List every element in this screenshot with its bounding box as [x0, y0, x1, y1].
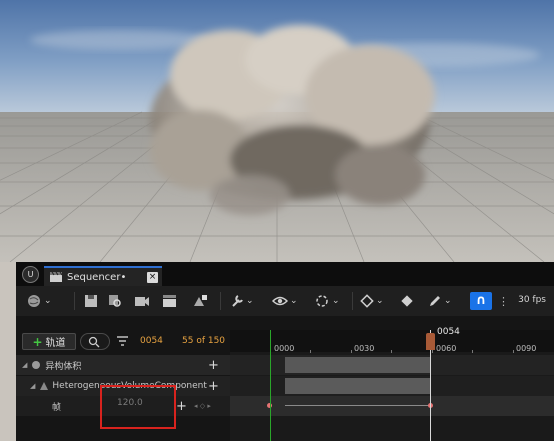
- actor-icon: [32, 361, 41, 369]
- ruler-tick: [513, 350, 514, 353]
- ruler-tick: [310, 350, 311, 353]
- find-asset-icon[interactable]: [108, 293, 122, 309]
- world-icon[interactable]: ⌄: [26, 293, 52, 309]
- expand-arrow-icon[interactable]: ◢: [22, 361, 27, 369]
- save-icon[interactable]: [84, 293, 98, 309]
- add-subtrack-button[interactable]: +: [208, 379, 219, 394]
- playback-options-icon[interactable]: ⌄: [314, 293, 340, 309]
- level-viewport[interactable]: [0, 0, 554, 262]
- playhead-frame-label: 0054: [437, 327, 460, 337]
- volumetric-cloud: [150, 25, 435, 215]
- frame-rate-selector[interactable]: 30 fps: [518, 295, 546, 305]
- sequencer-toolbar: ⌄ ⌄ ⌄ ⌄ ⌄ ⌄ ∩ ⋮ 30 fps: [16, 286, 554, 316]
- section-bar-volume[interactable]: [285, 357, 430, 373]
- key-navigation-icon[interactable]: ◂ ◇ ▸: [194, 402, 211, 410]
- actor-to-sequencer-icon[interactable]: [192, 293, 208, 309]
- snap-magnet-icon[interactable]: ∩: [470, 292, 492, 310]
- track-label: 帧: [52, 402, 62, 413]
- tick-label: 0090: [516, 344, 537, 353]
- add-track-button[interactable]: + 轨道: [22, 333, 76, 350]
- search-input[interactable]: [80, 333, 110, 350]
- search-icon: [88, 336, 100, 348]
- chevron-down-icon: ⌄: [332, 296, 340, 306]
- key-interp-icon[interactable]: ⌄: [360, 293, 384, 309]
- tick-label: 0000: [274, 344, 295, 353]
- add-key-button[interactable]: +: [176, 399, 187, 414]
- toolbar-separator: [220, 292, 221, 310]
- wrench-icon[interactable]: ⌄: [230, 293, 254, 309]
- chevron-down-icon: ⌄: [376, 296, 384, 306]
- expand-arrow-icon[interactable]: ◢: [30, 382, 35, 390]
- key-curve-line: [285, 405, 430, 406]
- ruler-tick: [432, 350, 433, 353]
- ruler-tick: [472, 350, 473, 353]
- component-icon: [40, 382, 49, 390]
- tick-label: 0030: [354, 344, 375, 353]
- tick-label: 0060: [436, 344, 457, 353]
- timeline-row: [230, 396, 554, 416]
- highlight-box: [100, 385, 176, 429]
- ruler-tick: [391, 350, 392, 353]
- eye-icon[interactable]: ⌄: [272, 293, 298, 309]
- section-bar-component[interactable]: [285, 378, 430, 394]
- chevron-down-icon: ⌄: [290, 296, 298, 306]
- add-track-plus: +: [32, 334, 43, 349]
- track-row-volume[interactable]: ◢ 异构体积 +: [16, 355, 230, 375]
- current-frame-field[interactable]: 0054: [140, 336, 163, 346]
- filter-icon[interactable]: [116, 335, 129, 350]
- playhead[interactable]: 0054: [426, 327, 460, 441]
- playback-start-marker: [270, 330, 271, 441]
- close-icon[interactable]: ×: [147, 272, 158, 283]
- chevron-down-icon: ⌄: [246, 296, 254, 306]
- toolbar-separator: [74, 292, 75, 310]
- frame-count: 55 of 150: [182, 336, 226, 346]
- more-options-icon[interactable]: ⋮: [498, 293, 509, 309]
- playhead-handle[interactable]: [426, 333, 435, 350]
- render-movie-icon[interactable]: [134, 293, 150, 309]
- clapper-icon[interactable]: [162, 293, 178, 309]
- timeline-area[interactable]: 0000 0030 0060 0090 0054: [230, 327, 554, 441]
- edit-pencil-icon[interactable]: ⌄: [428, 293, 452, 309]
- auto-key-icon[interactable]: [400, 293, 414, 309]
- viewport-scene: [0, 0, 554, 262]
- chevron-down-icon: ⌄: [44, 296, 52, 306]
- ruler-tick: [351, 350, 352, 353]
- chevron-down-icon: ⌄: [444, 296, 452, 306]
- tab-sequencer[interactable]: Sequencer• ×: [44, 266, 162, 286]
- clapperboard-icon: [50, 272, 62, 282]
- add-track-label: 轨道: [45, 338, 66, 349]
- tab-label: Sequencer•: [67, 271, 127, 283]
- tab-bar: U Sequencer• ×: [16, 262, 554, 286]
- sequencer-panel: U Sequencer• × ⌄ ⌄ ⌄ ⌄ ⌄ ⌄ ∩ ⋮ 30 fps + …: [16, 262, 554, 441]
- unreal-logo-icon[interactable]: U: [22, 266, 39, 283]
- time-ruler[interactable]: 0000 0030 0060 0090: [230, 330, 554, 353]
- left-viewport-edge: [0, 262, 16, 441]
- track-label: 异构体积: [45, 361, 82, 372]
- toolbar-separator: [352, 292, 353, 310]
- add-subtrack-button[interactable]: +: [208, 358, 219, 373]
